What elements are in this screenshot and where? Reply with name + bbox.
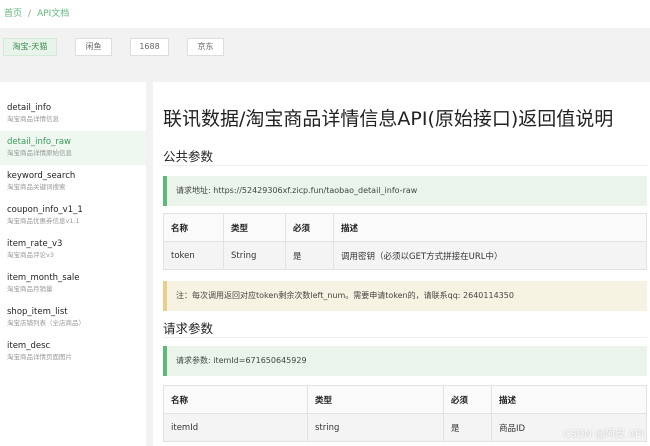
sidebar-item-subtitle: 淘宝商品评论v3 <box>7 251 54 259</box>
column-header: 必须 <box>443 385 492 414</box>
table-cell: String <box>223 241 286 270</box>
platform-tab-taobao[interactable]: 淘宝-天猫 <box>3 38 57 56</box>
platform-tab-jd[interactable]: 京东 <box>187 38 224 56</box>
token-note: 注：每次调用返回对应token剩余次数left_num。需要申请token的，请… <box>163 281 647 311</box>
public-params-table: 名称 类型 必须 描述 token String 是 调用密钥（必须以GET方式… <box>163 213 647 270</box>
breadcrumb-current[interactable]: API文档 <box>37 9 69 19</box>
page-title: 联讯数据/淘宝商品详情信息API(原始接口)返回值说明 <box>163 108 614 130</box>
sidebar-item-subtitle: 淘宝商品优惠券信息v1.1 <box>7 217 80 225</box>
table-row: token String 是 调用密钥（必须以GET方式拼接在URL中） <box>163 241 647 270</box>
column-header: 描述 <box>333 213 647 242</box>
sidebar-item-title: shop_item_list <box>7 307 68 317</box>
request-example-note: 请求参数: itemId=671650645929 <box>163 346 647 376</box>
sidebar-item-title: item_month_sale <box>7 273 80 283</box>
column-header: 描述 <box>491 385 647 414</box>
sidebar-item-title: detail_info_raw <box>7 137 71 147</box>
divider <box>163 337 647 338</box>
section-title-request-params: 请求参数 <box>163 321 214 336</box>
sidebar-item-keyword-search[interactable]: keyword_search 淘宝商品关键词搜索 <box>0 165 146 199</box>
sidebar-item-title: coupon_info_v1_1 <box>7 205 83 215</box>
sidebar-item-item-desc[interactable]: item_desc 淘宝商品详情页面图片 <box>0 335 146 369</box>
table-cell: 调用密钥（必须以GET方式拼接在URL中） <box>333 241 647 270</box>
platform-tab-xianyu[interactable]: 闲鱼 <box>75 38 112 56</box>
breadcrumb-separator: / <box>28 9 32 19</box>
table-cell: token <box>163 241 224 270</box>
sidebar-item-detail-info[interactable]: detail_info 淘宝商品详情信息 <box>0 97 146 131</box>
sidebar-item-subtitle: 淘宝商品月销量 <box>7 285 53 293</box>
table-header-row: 名称 类型 必须 描述 <box>163 385 647 414</box>
sidebar-item-coupon-info[interactable]: coupon_info_v1_1 淘宝商品优惠券信息v1.1 <box>0 199 146 233</box>
watermark: CSDN @阿皮 API <box>563 429 644 440</box>
column-header: 类型 <box>307 385 444 414</box>
section-title-public-params: 公共参数 <box>163 149 214 164</box>
sidebar-item-title: keyword_search <box>7 171 76 181</box>
table-cell: 是 <box>443 413 492 442</box>
column-header: 名称 <box>163 385 308 414</box>
table-cell: string <box>307 413 444 442</box>
sidebar-item-subtitle: 淘宝商品详情信息 <box>7 115 59 123</box>
table-header-row: 名称 类型 必须 描述 <box>163 213 647 242</box>
sidebar-item-title: item_rate_v3 <box>7 239 63 249</box>
main-content: 联讯数据/淘宝商品详情信息API(原始接口)返回值说明 公共参数 请求地址: h… <box>153 82 650 446</box>
divider <box>163 165 647 166</box>
sidebar-item-subtitle: 淘宝商品详情页面图片 <box>7 353 72 361</box>
sidebar-item-title: detail_info <box>7 103 52 113</box>
breadcrumb-home-link[interactable]: 首页 <box>4 9 22 19</box>
sidebar-item-detail-info-raw[interactable]: detail_info_raw 淘宝商品详情原始信息 <box>0 131 146 165</box>
breadcrumb: 首页 / API文档 <box>0 0 650 28</box>
column-header: 类型 <box>223 213 286 242</box>
table-cell: 是 <box>285 241 334 270</box>
column-header: 必须 <box>285 213 334 242</box>
request-url-note: 请求地址: https://52429306xf.zicp.fun/taobao… <box>163 176 647 206</box>
platform-tabs: 淘宝-天猫 闲鱼 1688 京东 <box>0 28 650 68</box>
sidebar-item-shop-item-list[interactable]: shop_item_list 淘宝店铺列表（全店商品） <box>0 301 146 335</box>
sidebar-item-subtitle: 淘宝店铺列表（全店商品） <box>7 319 85 327</box>
sidebar-item-title: item_desc <box>7 341 51 351</box>
sidebar: detail_info 淘宝商品详情信息 detail_info_raw 淘宝商… <box>0 82 146 446</box>
platform-tab-1688[interactable]: 1688 <box>130 38 169 56</box>
sidebar-item-subtitle: 淘宝商品关键词搜索 <box>7 183 66 191</box>
sidebar-item-month-sale[interactable]: item_month_sale 淘宝商品月销量 <box>0 267 146 301</box>
sidebar-item-subtitle: 淘宝商品详情原始信息 <box>7 149 72 157</box>
column-header: 名称 <box>163 213 224 242</box>
table-cell: itemId <box>163 413 308 442</box>
sidebar-item-item-rate[interactable]: item_rate_v3 淘宝商品评论v3 <box>0 233 146 267</box>
